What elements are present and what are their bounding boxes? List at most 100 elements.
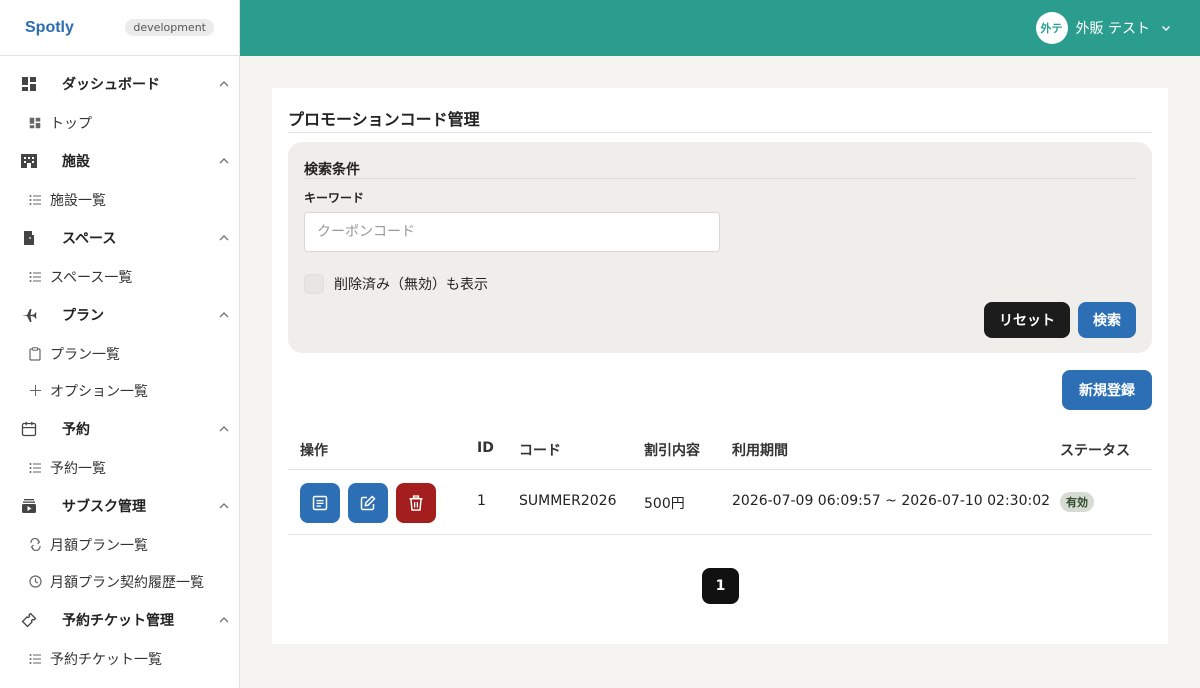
title-divider — [288, 132, 1152, 133]
new-registration-button[interactable]: 新規登録 — [1062, 370, 1152, 410]
environment-badge: development — [125, 19, 214, 36]
edit-button[interactable] — [348, 483, 388, 523]
sidebar-section-ticket[interactable]: 予約チケット管理 — [0, 600, 239, 640]
sidebar-item-monthly-plan-list[interactable]: 月額プラン一覧 — [0, 526, 239, 563]
sidebar-item-monthly-plan-history[interactable]: 月額プラン契約履歴一覧 — [0, 563, 239, 600]
chevron-up-icon — [219, 426, 229, 432]
show-deleted-row[interactable]: 削除済み（無効）も表示 — [304, 274, 488, 294]
sidebar-item-label: 月額プラン契約履歴一覧 — [50, 574, 204, 591]
search-panel: 検索条件 キーワード 削除済み（無効）も表示 リセット 検索 — [288, 142, 1152, 353]
promo-code-table: 操作 ID コード 割引内容 利用期間 ステータス 1 SUMMER2026 5… — [288, 428, 1152, 535]
column-header-actions: 操作 — [300, 443, 328, 459]
clipboard-icon — [28, 346, 42, 361]
user-name: 外販 テスト — [1075, 21, 1150, 37]
trash-icon — [409, 495, 423, 511]
sidebar-section-dashboard[interactable]: ダッシュボード — [0, 64, 239, 104]
status-badge: 有効 — [1060, 492, 1094, 512]
main-card: プロモーションコード管理 検索条件 キーワード 削除済み（無効）も表示 リセット… — [272, 88, 1168, 644]
keyword-input[interactable] — [304, 212, 720, 252]
search-button[interactable]: 検索 — [1078, 302, 1136, 338]
keyword-label: キーワード — [304, 191, 365, 205]
list-icon — [28, 652, 42, 666]
user-menu[interactable]: 外テ 外販 テスト — [1035, 12, 1172, 44]
sidebar-section-label: サブスク管理 — [62, 499, 146, 515]
sidebar-section-space[interactable]: スペース — [0, 218, 239, 258]
brand-logo[interactable]: Spotly — [25, 19, 74, 37]
sidebar-section-plan[interactable]: プラン — [0, 295, 239, 335]
sidebar-section-label: 予約 — [62, 422, 90, 438]
chevron-up-icon — [219, 503, 229, 509]
chevron-up-icon — [219, 617, 229, 623]
sidebar-section-reservation[interactable]: 予約 — [0, 409, 239, 449]
reset-button[interactable]: リセット — [984, 302, 1070, 338]
repeat-icon — [28, 538, 42, 552]
chevron-up-icon — [219, 81, 229, 87]
document-icon — [312, 495, 328, 511]
dashboard-icon — [20, 75, 38, 93]
subscription-icon — [20, 497, 38, 515]
chevron-up-icon — [219, 235, 229, 241]
avatar: 外テ — [1035, 12, 1068, 44]
sidebar-item-label: 施設一覧 — [50, 192, 106, 209]
sidebar-item-label: 月額プラン一覧 — [50, 537, 148, 554]
sidebar-section-label: ダッシュボード — [62, 77, 160, 93]
show-deleted-label[interactable]: 削除済み（無効）も表示 — [334, 274, 488, 294]
table-row: 1 SUMMER2026 500円 2026-07-09 06:09:57 ~ … — [288, 470, 1152, 535]
building-icon — [20, 152, 38, 170]
sidebar: Spotly development ダッシュボード トップ 施設 施設一覧 ス… — [0, 0, 240, 688]
top-header: 外テ 外販 テスト — [240, 0, 1200, 56]
show-deleted-checkbox[interactable] — [304, 274, 324, 294]
chevron-down-icon — [1162, 26, 1170, 31]
sidebar-item-label: トップ — [50, 115, 92, 132]
sidebar-nav: ダッシュボード トップ 施設 施設一覧 スペース スペース一覧 プラン プラン一… — [0, 56, 239, 677]
sidebar-item-label: 予約一覧 — [50, 460, 106, 477]
clock-icon — [28, 575, 42, 589]
dashboard-small-icon — [28, 116, 42, 130]
list-icon — [28, 193, 42, 207]
column-header-period: 利用期間 — [732, 443, 788, 459]
sidebar-section-label: 施設 — [62, 154, 90, 170]
cell-id: 1 — [477, 493, 486, 509]
sidebar-item-facility-list[interactable]: 施設一覧 — [0, 181, 239, 218]
airplane-icon — [20, 306, 38, 324]
plus-icon — [28, 384, 42, 398]
search-panel-title: 検索条件 — [304, 162, 360, 178]
list-icon — [28, 461, 42, 475]
brand-bar: Spotly development — [0, 0, 239, 56]
search-panel-divider — [304, 178, 1136, 179]
sidebar-section-facility[interactable]: 施設 — [0, 141, 239, 181]
sidebar-item-reservation-list[interactable]: 予約一覧 — [0, 449, 239, 486]
delete-button[interactable] — [396, 483, 436, 523]
sidebar-item-label: 予約チケット一覧 — [50, 651, 162, 668]
cell-discount: 500円 — [644, 496, 685, 512]
chevron-up-icon — [219, 158, 229, 164]
column-header-status: ステータス — [1060, 443, 1130, 459]
sidebar-section-label: 予約チケット管理 — [62, 613, 174, 629]
door-icon — [20, 229, 38, 247]
sidebar-item-label: スペース一覧 — [50, 269, 133, 286]
cell-period: 2026-07-09 06:09:57 ~ 2026-07-10 02:30:0… — [732, 493, 1051, 509]
sidebar-item-option-list[interactable]: オプション一覧 — [0, 372, 239, 409]
sidebar-item-label: オプション一覧 — [50, 383, 148, 400]
edit-icon — [360, 495, 376, 511]
chevron-up-icon — [219, 312, 229, 318]
column-header-discount: 割引内容 — [644, 443, 700, 459]
calendar-icon — [20, 420, 38, 438]
list-icon — [28, 270, 42, 284]
sidebar-item-plan-list[interactable]: プラン一覧 — [0, 335, 239, 372]
page-title: プロモーションコード管理 — [288, 110, 480, 129]
sidebar-item-ticket-list[interactable]: 予約チケット一覧 — [0, 640, 239, 677]
sidebar-section-label: プラン — [62, 308, 104, 324]
sidebar-item-top[interactable]: トップ — [0, 104, 239, 141]
column-header-code: コード — [519, 443, 561, 459]
column-header-id: ID — [477, 440, 494, 456]
sidebar-item-label: プラン一覧 — [50, 346, 120, 363]
sidebar-item-space-list[interactable]: スペース一覧 — [0, 258, 239, 295]
ticket-icon — [20, 611, 38, 629]
table-header: 操作 ID コード 割引内容 利用期間 ステータス — [288, 428, 1152, 470]
view-button[interactable] — [300, 483, 340, 523]
cell-code: SUMMER2026 — [519, 493, 617, 509]
sidebar-section-subscription[interactable]: サブスク管理 — [0, 486, 239, 526]
sidebar-section-label: スペース — [62, 231, 117, 247]
pagination-page-1[interactable]: 1 — [702, 568, 739, 604]
